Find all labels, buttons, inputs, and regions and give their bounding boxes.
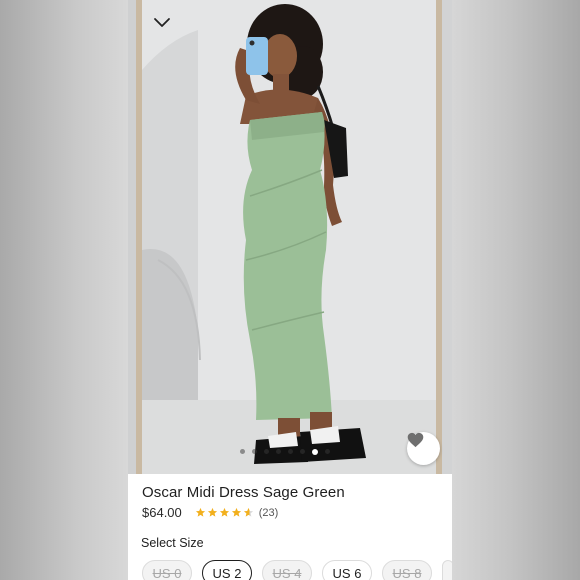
- pagination-dot[interactable]: [325, 449, 330, 454]
- size-option-us-8[interactable]: US 8: [382, 560, 432, 580]
- background-right-blur: [452, 0, 580, 580]
- price-rating-row: $64.00 (23): [142, 505, 278, 520]
- heart-icon: [407, 432, 424, 448]
- product-title: Oscar Midi Dress Sage Green: [142, 484, 345, 501]
- size-options: US 0 US 2 US 4 US 6 US 8: [142, 560, 452, 580]
- product-image[interactable]: [128, 0, 452, 474]
- pagination-dot[interactable]: [264, 449, 269, 454]
- size-option-label: US 6: [332, 565, 362, 580]
- rating-stars[interactable]: [195, 507, 254, 518]
- review-count[interactable]: (23): [259, 507, 279, 519]
- pagination-dot[interactable]: [276, 449, 281, 454]
- pagination-dot[interactable]: [240, 449, 245, 454]
- size-option-label: US 4: [272, 565, 302, 580]
- pagination-dot[interactable]: [252, 449, 257, 454]
- size-option-us-4[interactable]: US 4: [262, 560, 312, 580]
- product-photo-illustration: [128, 0, 452, 474]
- pagination-dot[interactable]: [288, 449, 293, 454]
- product-price: $64.00: [142, 505, 182, 520]
- product-screen: Oscar Midi Dress Sage Green $64.00 (23) …: [128, 0, 452, 580]
- product-info-panel: Oscar Midi Dress Sage Green $64.00 (23) …: [128, 474, 452, 580]
- size-option-label: US 2: [212, 565, 242, 580]
- gallery-pagination-dots: [240, 448, 330, 455]
- star-icon: [207, 507, 217, 517]
- favorite-button[interactable]: [407, 432, 440, 465]
- star-icon: [231, 507, 241, 517]
- chevron-down-icon: [154, 18, 170, 27]
- background-left-blur: [0, 0, 128, 580]
- pagination-dot-active[interactable]: [312, 448, 318, 455]
- star-icon: [195, 507, 205, 517]
- size-option-partial[interactable]: [442, 560, 452, 580]
- size-option-label: US 0: [152, 565, 182, 580]
- size-option-label: US 8: [392, 565, 422, 580]
- star-icon: [243, 507, 253, 517]
- size-option-us-0[interactable]: US 0: [142, 560, 192, 580]
- select-size-label: Select Size: [141, 536, 204, 550]
- size-option-us-6[interactable]: US 6: [322, 560, 372, 580]
- pagination-dot[interactable]: [300, 449, 305, 454]
- collapse-button[interactable]: [150, 10, 174, 34]
- star-icon: [219, 507, 229, 517]
- size-option-us-2[interactable]: US 2: [202, 560, 252, 580]
